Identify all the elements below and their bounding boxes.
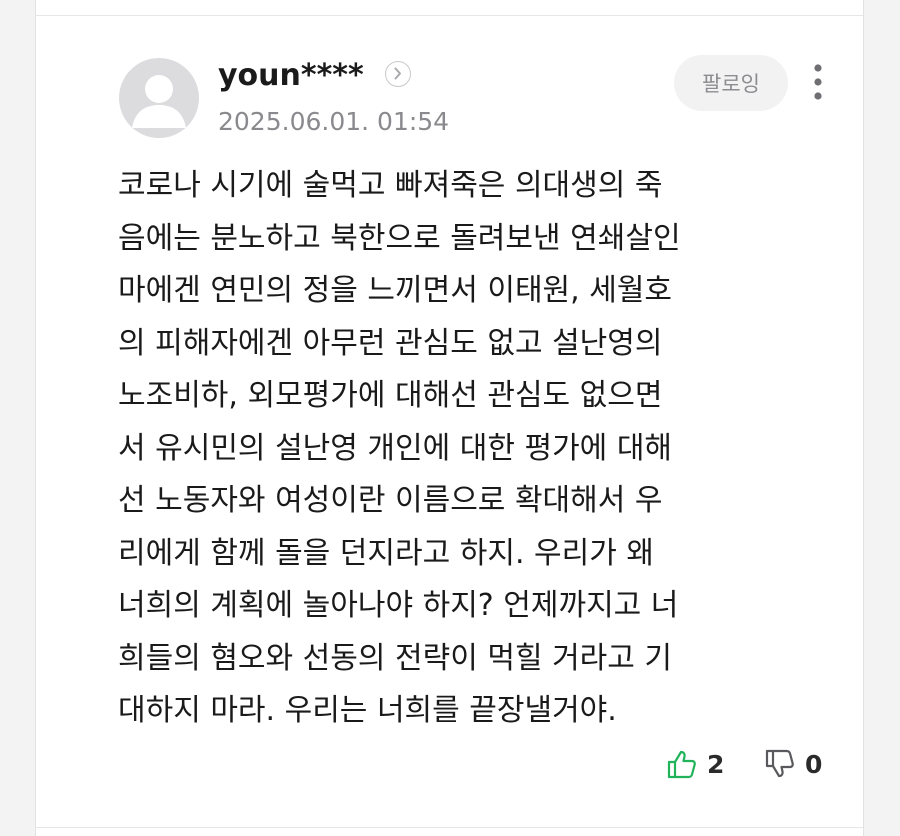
chevron-right-icon <box>394 67 401 80</box>
bottom-divider <box>36 827 863 828</box>
like-button[interactable]: 2 <box>666 746 724 782</box>
like-count: 2 <box>707 749 725 779</box>
profile-link-button[interactable] <box>385 61 411 87</box>
dislike-count: 0 <box>805 749 823 779</box>
thumbs-down-icon <box>765 749 794 778</box>
dislike-button[interactable]: 0 <box>764 746 822 782</box>
username[interactable]: youn**** <box>218 56 364 96</box>
thumbs-up-icon <box>667 750 696 779</box>
comment-timestamp: 2025.06.01. 01:54 <box>218 107 450 136</box>
avatar[interactable] <box>119 58 199 138</box>
comment-card: youn**** 2025.06.01. 01:54 팔로잉 코로나 시기에 술… <box>35 0 864 836</box>
follow-button[interactable]: 팔로잉 <box>674 55 788 111</box>
top-divider <box>36 15 863 16</box>
comment-text: 코로나 시기에 술먹고 빠져죽은 의대생의 죽 음에는 분노하고 북한으로 돌려… <box>118 168 681 728</box>
vertical-ellipsis-icon <box>814 64 822 100</box>
default-user-avatar-icon <box>132 75 186 128</box>
more-options-button[interactable] <box>808 62 828 102</box>
